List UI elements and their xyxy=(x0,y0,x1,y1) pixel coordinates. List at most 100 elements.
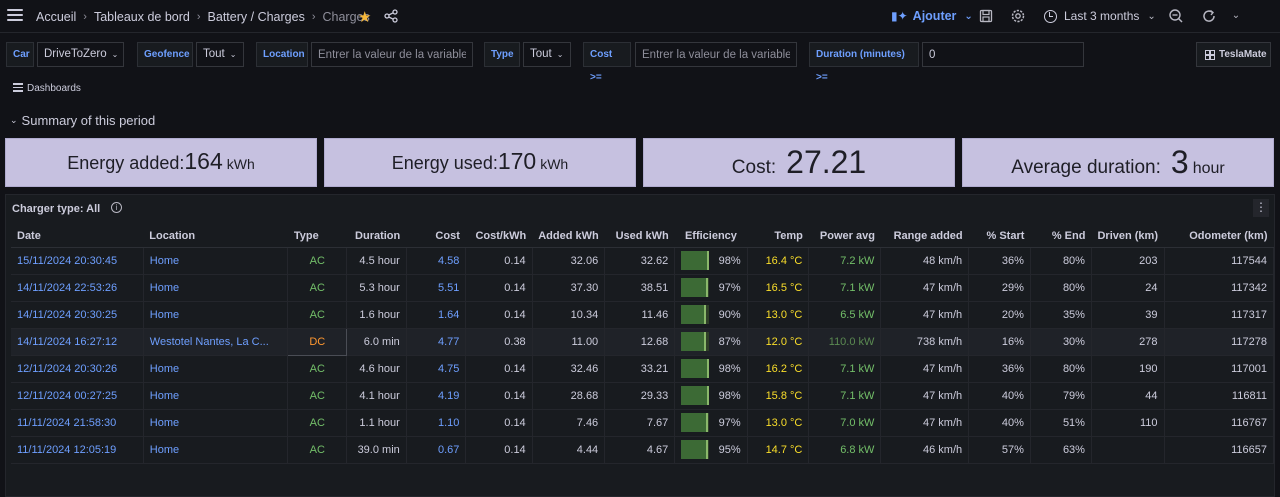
cell-start-pct: 40% xyxy=(968,409,1031,437)
cell-text[interactable]: 5.51 xyxy=(438,282,459,294)
column-header-duration[interactable]: Duration xyxy=(346,226,407,248)
cell-text[interactable]: Home xyxy=(150,282,179,294)
cell-date[interactable]: 14/11/2024 22:53:26 xyxy=(11,274,144,302)
stat-label: Energy used: xyxy=(391,153,498,173)
column-header-used-kwh[interactable]: Used kWh xyxy=(604,226,675,248)
type-select[interactable]: Tout ⌄ xyxy=(523,42,571,67)
location-input[interactable] xyxy=(311,42,473,67)
column-header-temp[interactable]: Temp xyxy=(747,226,809,248)
cell-cost[interactable]: 1.64 xyxy=(406,301,467,329)
time-range-picker[interactable]: Last 3 months ⌄ xyxy=(1044,9,1156,23)
column-header-odometer[interactable]: Odometer (km) xyxy=(1164,226,1274,248)
cell-text: 47 km/h xyxy=(923,308,963,321)
cell-cost[interactable]: 1.10 xyxy=(406,409,467,437)
cell-text[interactable]: 12/11/2024 20:30:26 xyxy=(17,363,117,375)
cell-text[interactable]: Home xyxy=(150,417,179,429)
cell-cost[interactable]: 4.58 xyxy=(406,247,467,275)
cell-date[interactable]: 15/11/2024 20:30:45 xyxy=(11,247,144,275)
cell-text: 4.5 hour xyxy=(359,254,400,267)
cell-location[interactable]: Home xyxy=(143,355,289,383)
column-header-efficiency[interactable]: Efficiency xyxy=(674,226,748,248)
column-header-cost[interactable]: Cost xyxy=(406,226,466,248)
column-header-range-added[interactable]: Range added xyxy=(880,226,969,248)
column-header-power-avg[interactable]: Power avg xyxy=(808,226,881,248)
refresh-icon[interactable] xyxy=(1201,8,1217,24)
teslamate-link-button[interactable]: TeslaMate xyxy=(1196,42,1271,67)
column-header-date[interactable]: Date xyxy=(11,226,144,248)
cell-location[interactable]: Home xyxy=(143,409,289,437)
cell-date[interactable]: 14/11/2024 16:27:12 xyxy=(11,328,144,356)
cell-text[interactable]: 4.19 xyxy=(438,390,459,402)
cell-location[interactable]: Westotel Nantes, La C... xyxy=(143,328,289,356)
cell-text[interactable]: 0.67 xyxy=(438,444,459,456)
cell-cost[interactable]: 4.75 xyxy=(406,355,467,383)
zoom-out-icon[interactable] xyxy=(1168,8,1184,24)
cell-text[interactable]: Westotel Nantes, La C... xyxy=(150,336,269,348)
cell-text[interactable]: Home xyxy=(150,309,179,321)
cell-location[interactable]: Home xyxy=(143,247,289,275)
cell-efficiency: 98% xyxy=(674,247,748,275)
panel-menu-icon[interactable]: ⋮ xyxy=(1253,199,1269,217)
cell-date[interactable]: 11/11/2024 12:05:19 xyxy=(11,436,144,464)
cell-duration: 5.3 hour xyxy=(346,274,407,302)
cell-text[interactable]: 1.64 xyxy=(438,309,459,321)
column-header-driven[interactable]: Driven (km) xyxy=(1091,226,1164,248)
breadcrumb-folder[interactable]: Battery / Charges xyxy=(208,10,305,24)
cell-text[interactable]: 12/11/2024 00:27:25 xyxy=(17,390,117,402)
refresh-interval-chevron-icon[interactable]: ⌄ xyxy=(1228,8,1244,24)
share-icon[interactable] xyxy=(384,9,398,23)
cell-location[interactable]: Home xyxy=(143,436,289,464)
cell-driven: 203 xyxy=(1091,247,1165,275)
cell-text: 278 xyxy=(1139,335,1158,348)
cell-text[interactable]: Home xyxy=(150,255,179,267)
cell-text[interactable]: 1.10 xyxy=(438,417,459,429)
column-header-cost-kwh[interactable]: Cost/kWh xyxy=(465,226,533,248)
cell-text[interactable]: 4.75 xyxy=(438,363,459,375)
cell-text[interactable]: Home xyxy=(150,390,179,402)
duration-input[interactable] xyxy=(922,42,1084,67)
column-header-start-pct[interactable]: % Start xyxy=(968,226,1031,248)
cell-text[interactable]: 14/11/2024 20:30:25 xyxy=(17,309,117,321)
cell-power-avg: 7.1 kW xyxy=(808,382,882,410)
cell-location[interactable]: Home xyxy=(143,274,289,302)
column-header-end-pct[interactable]: % End xyxy=(1030,226,1092,248)
cell-cost[interactable]: 5.51 xyxy=(406,274,467,302)
cell-date[interactable]: 12/11/2024 00:27:25 xyxy=(11,382,144,410)
add-button[interactable]: ▮✦ Ajouter ⌄ xyxy=(891,9,973,23)
hamburger-menu-icon[interactable] xyxy=(7,9,23,23)
cell-cost[interactable]: 4.77 xyxy=(406,328,467,356)
cell-text[interactable]: 15/11/2024 20:30:45 xyxy=(17,255,117,267)
info-icon[interactable]: i xyxy=(111,202,122,213)
cell-text[interactable]: 4.77 xyxy=(438,336,459,348)
cell-text[interactable]: 14/11/2024 22:53:26 xyxy=(17,282,117,294)
cell-text[interactable]: Home xyxy=(150,363,179,375)
cell-cost[interactable]: 4.19 xyxy=(406,382,467,410)
cell-text: 37.30 xyxy=(570,281,599,294)
car-select[interactable]: DriveToZero ⌄ xyxy=(37,42,124,67)
column-header-location[interactable]: Location xyxy=(143,226,288,248)
cell-text[interactable]: Home xyxy=(150,444,179,456)
cell-text[interactable]: 4.58 xyxy=(438,255,459,267)
cell-range-added: 48 km/h xyxy=(880,247,970,275)
summary-row-toggle[interactable]: ⌄ Summary of this period xyxy=(10,113,155,128)
cell-text[interactable]: 14/11/2024 16:27:12 xyxy=(17,336,117,348)
cell-date[interactable]: 14/11/2024 20:30:25 xyxy=(11,301,144,329)
cell-location[interactable]: Home xyxy=(143,382,289,410)
geofence-select[interactable]: Tout ⌄ xyxy=(196,42,244,67)
column-header-added-kwh[interactable]: Added kWh xyxy=(532,226,605,248)
cell-text: 29% xyxy=(1001,281,1024,294)
cell-cost[interactable]: 0.67 xyxy=(406,436,467,464)
cell-location[interactable]: Home xyxy=(143,301,289,329)
column-header-type[interactable]: Type xyxy=(287,226,347,248)
cell-text[interactable]: 11/11/2024 12:05:19 xyxy=(17,444,116,456)
cell-date[interactable]: 11/11/2024 21:58:30 xyxy=(11,409,144,437)
breadcrumb-home[interactable]: Accueil xyxy=(36,10,76,24)
save-icon[interactable] xyxy=(978,8,994,24)
breadcrumb-dashboards[interactable]: Tableaux de bord xyxy=(94,10,190,24)
cell-text[interactable]: 11/11/2024 21:58:30 xyxy=(17,417,116,429)
dashboards-link[interactable]: Dashboards xyxy=(13,83,81,94)
settings-gear-icon[interactable] xyxy=(1010,8,1026,24)
cost-input[interactable] xyxy=(635,42,797,67)
cell-date[interactable]: 12/11/2024 20:30:26 xyxy=(11,355,144,383)
star-icon[interactable]: ★ xyxy=(358,8,371,26)
